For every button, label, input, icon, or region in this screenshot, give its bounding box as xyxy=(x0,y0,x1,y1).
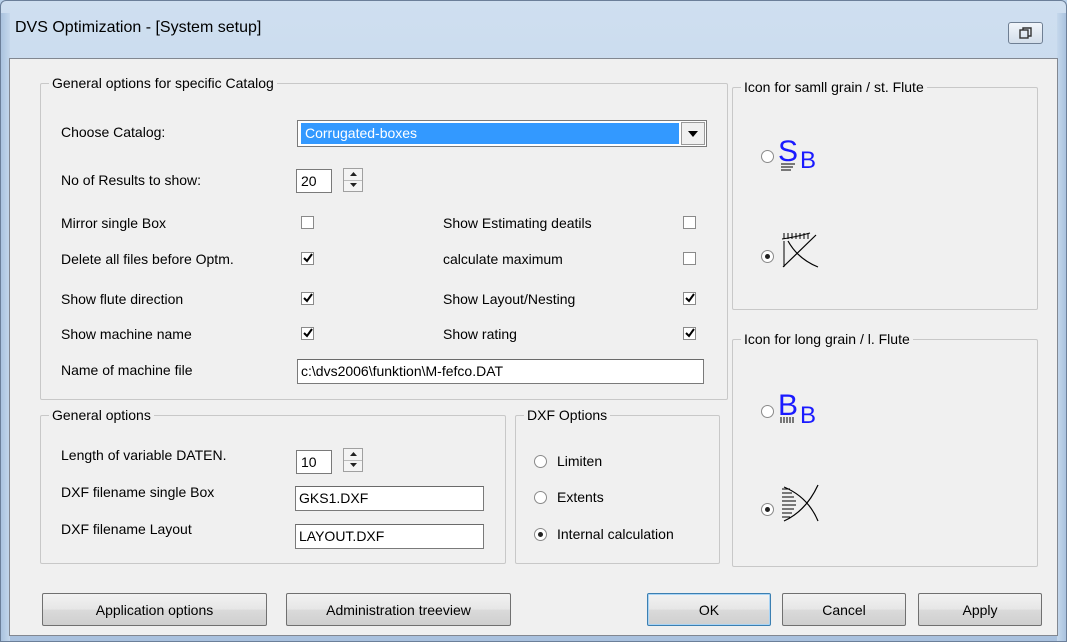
window-title: DVS Optimization - [System setup] xyxy=(15,19,262,36)
dxf-extents-label: Extents xyxy=(557,489,604,505)
dxf-layout-label: DXF filename Layout xyxy=(61,521,192,537)
catalog-group-title: General options for specific Catalog xyxy=(49,74,277,92)
machine-file-label: Name of machine file xyxy=(61,362,193,378)
dxf-extents-radio[interactable] xyxy=(534,491,547,504)
small-grain-group-title: Icon for samll grain / st. Flute xyxy=(741,78,927,96)
spin-up-icon xyxy=(350,452,357,456)
catalog-dropdown-button[interactable] xyxy=(681,122,705,145)
small-grain-flute-radio[interactable] xyxy=(761,250,774,263)
flute-lines-icon[interactable] xyxy=(778,229,824,273)
choose-catalog-label: Choose Catalog: xyxy=(61,124,166,140)
long-grain-icon-group: Icon for long grain / l. Flute xyxy=(732,330,1038,567)
window-right-frame xyxy=(1057,13,1066,641)
daten-length-field[interactable]: 10 xyxy=(296,450,332,474)
long-grain-group-title: Icon for long grain / l. Flute xyxy=(741,330,913,348)
results-label: No of Results to show: xyxy=(61,172,202,188)
delete-files-checkbox[interactable] xyxy=(301,252,314,265)
application-options-button[interactable]: Application options xyxy=(42,593,267,626)
dxf-internal-label: Internal calculation xyxy=(557,526,674,542)
daten-length-label: Length of variable DATEN. xyxy=(61,447,227,463)
apply-button[interactable]: Apply xyxy=(918,593,1042,626)
cancel-button[interactable]: Cancel xyxy=(782,593,906,626)
small-grain-sb-radio[interactable] xyxy=(761,150,774,163)
show-rating-checkbox[interactable] xyxy=(683,327,696,340)
bb-long-grain-icon[interactable]: B B xyxy=(778,389,824,431)
option-label-machine: Show machine name xyxy=(61,326,192,342)
flute-lines-long-icon[interactable] xyxy=(778,483,824,527)
administration-treeview-button[interactable]: Administration treeview xyxy=(286,593,511,626)
option-label-estimating: Show Estimating deatils xyxy=(443,215,592,231)
restore-icon xyxy=(1019,27,1032,39)
checkmark-icon xyxy=(685,293,695,303)
catalog-select[interactable]: Corrugated-boxes xyxy=(297,120,707,147)
show-layout-checkbox[interactable] xyxy=(683,292,696,305)
option-label-mirror: Mirror single Box xyxy=(61,215,167,231)
spin-down-icon xyxy=(350,183,357,187)
dxf-single-label: DXF filename single Box xyxy=(61,484,215,500)
daten-length-spinner[interactable] xyxy=(343,448,363,472)
option-label-layout: Show Layout/Nesting xyxy=(443,291,576,307)
ok-button[interactable]: OK xyxy=(647,593,771,626)
general-group-title: General options xyxy=(49,406,154,424)
results-count-field[interactable]: 20 xyxy=(296,169,332,193)
dxf-limiten-label: Limiten xyxy=(557,453,603,469)
dxf-internal-radio[interactable] xyxy=(534,528,547,541)
mirror-single-box-checkbox[interactable] xyxy=(301,216,314,229)
dxf-single-input[interactable]: GKS1.DXF xyxy=(295,486,484,511)
long-grain-bb-radio[interactable] xyxy=(761,405,774,418)
daten-spin-down[interactable] xyxy=(344,460,362,471)
show-machine-name-checkbox[interactable] xyxy=(301,327,314,340)
dxf-layout-input[interactable]: LAYOUT.DXF xyxy=(295,524,484,549)
results-spin-down[interactable] xyxy=(344,180,362,191)
checkmark-icon xyxy=(685,328,695,338)
dxf-group-title: DXF Options xyxy=(524,406,611,424)
machine-file-input[interactable]: c:\dvs2006\funktion\M-fefco.DAT xyxy=(297,359,704,384)
dialog-client-area: General options for specific Catalog Cho… xyxy=(9,58,1058,636)
small-grain-icon-group: Icon for samll grain / st. Flute xyxy=(732,78,1038,310)
spin-up-icon xyxy=(350,172,357,176)
show-estimating-checkbox[interactable] xyxy=(683,216,696,229)
show-flute-direction-checkbox[interactable] xyxy=(301,292,314,305)
chevron-down-icon xyxy=(688,131,698,137)
long-grain-flute-radio[interactable] xyxy=(761,503,774,516)
calculate-maximum-checkbox[interactable] xyxy=(683,252,696,265)
dxf-limiten-radio[interactable] xyxy=(534,455,547,468)
option-label-delete: Delete all files before Optm. xyxy=(61,251,234,267)
checkmark-icon xyxy=(303,293,313,303)
checkmark-icon xyxy=(303,328,313,338)
results-spinner[interactable] xyxy=(343,168,363,192)
svg-text:B: B xyxy=(800,402,816,427)
spin-down-icon xyxy=(350,463,357,467)
option-label-rating: Show rating xyxy=(443,326,517,342)
option-label-flute: Show flute direction xyxy=(61,291,184,307)
dialog-window: DVS Optimization - [System setup] Genera… xyxy=(0,0,1067,642)
option-label-maximum: calculate maximum xyxy=(443,251,563,267)
catalog-selected-value: Corrugated-boxes xyxy=(301,123,679,144)
sb-small-grain-icon[interactable]: S B xyxy=(778,135,824,177)
checkmark-icon xyxy=(303,253,313,263)
svg-text:S: S xyxy=(778,135,798,168)
svg-text:B: B xyxy=(800,147,816,173)
restore-button[interactable] xyxy=(1008,22,1043,44)
